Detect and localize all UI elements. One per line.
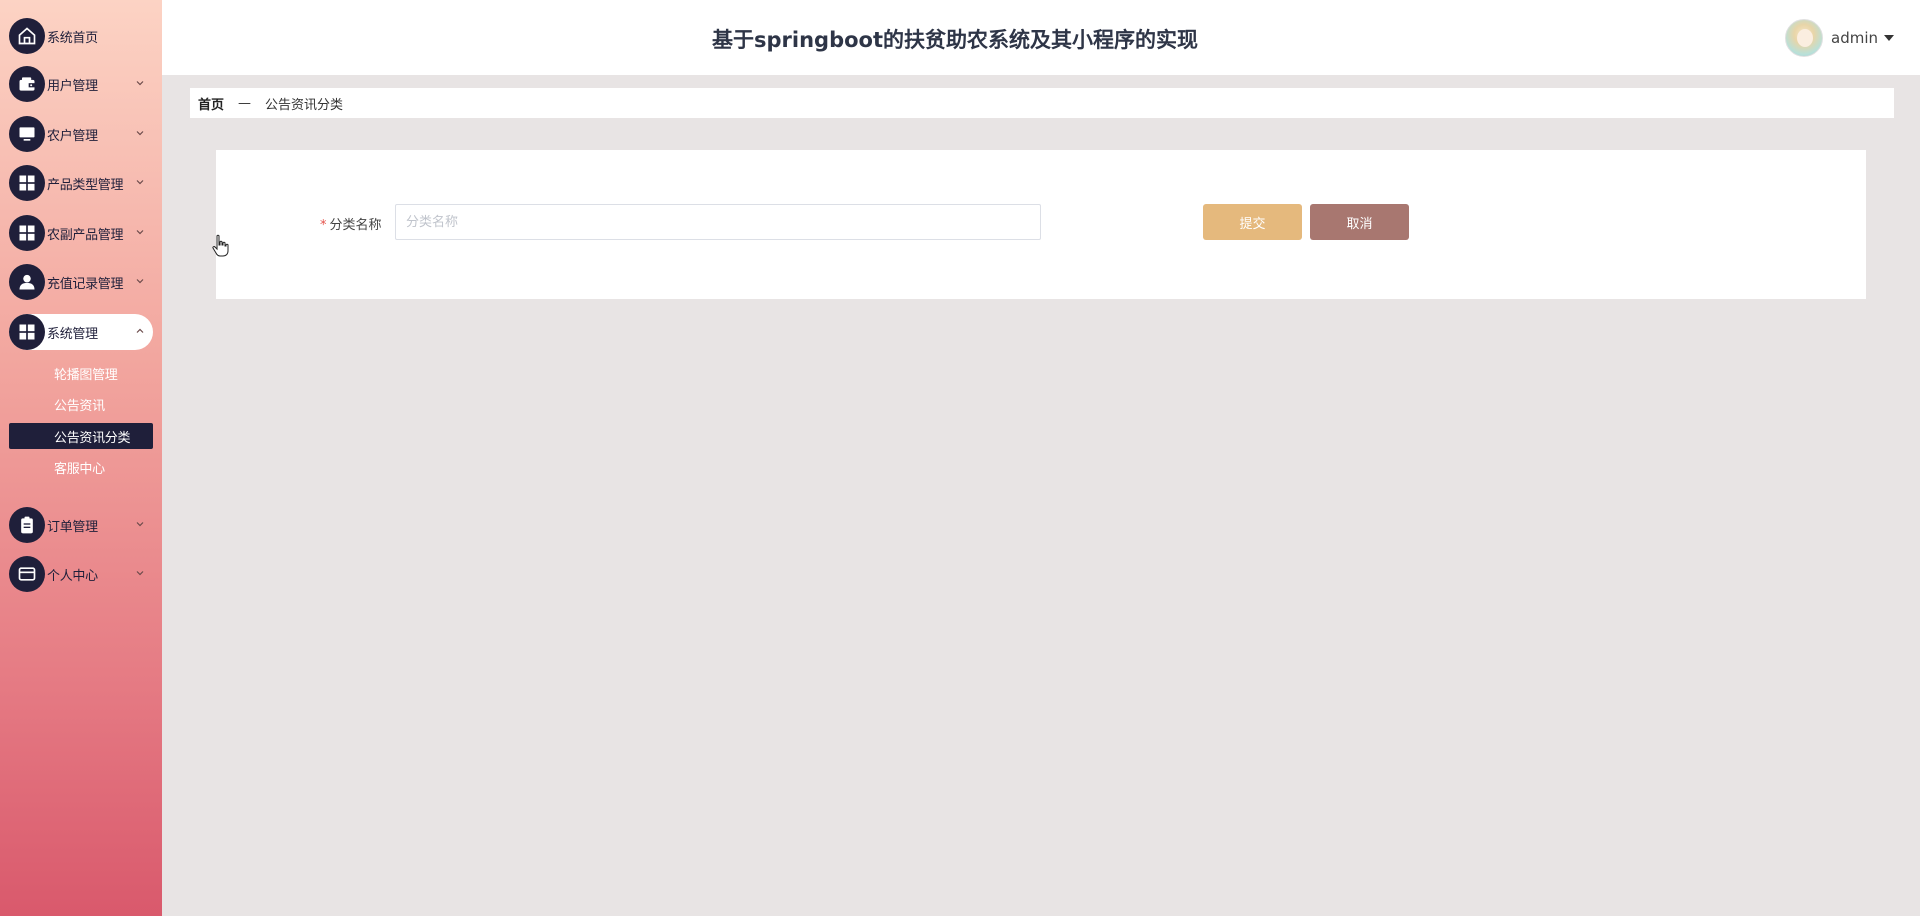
breadcrumb-current: 公告资讯分类 (265, 97, 344, 113)
sidebar-subitem-carousel[interactable]: 轮播图管理 (9, 360, 153, 386)
sidebar-item-label: 产品类型管理 (47, 177, 124, 193)
home-icon (9, 18, 45, 54)
chevron-down-icon (135, 568, 145, 581)
category-name-input[interactable] (395, 204, 1041, 240)
form-card: *分类名称 提交 取消 (216, 150, 1866, 299)
sidebar-item-recharge-records[interactable]: 充值记录管理 (9, 264, 153, 300)
chevron-down-icon (135, 276, 145, 289)
sidebar-item-label: 个人中心 (47, 568, 98, 584)
sidebar-subitem-label: 轮播图管理 (54, 367, 118, 383)
sidebar-subitem-customer-service[interactable]: 客服中心 (9, 454, 153, 480)
sidebar-item-label: 农副产品管理 (47, 227, 124, 243)
grid-icon (9, 314, 45, 350)
sidebar-subitem-label: 公告资讯 (54, 398, 105, 414)
user-icon (9, 264, 45, 300)
breadcrumb-home[interactable]: 首页 (198, 94, 224, 113)
category-name-label: * 分类名称 (320, 214, 382, 233)
top-header: 基于springboot的扶贫助农系统及其小程序的实现 admin (162, 0, 1920, 75)
hand-cursor-icon (212, 234, 229, 257)
sidebar-item-home[interactable]: 系统首页 (9, 18, 153, 54)
grid-icon (9, 165, 45, 201)
caret-down-icon[interactable] (1884, 35, 1894, 41)
sidebar-item-system[interactable]: 系统管理 (9, 314, 153, 350)
chevron-up-icon (135, 326, 145, 339)
avatar[interactable] (1785, 19, 1823, 57)
cancel-button[interactable]: 取消 (1310, 204, 1409, 240)
sidebar-subitem-label: 公告资讯分类 (54, 430, 131, 446)
breadcrumb: 首页 — 公告资讯分类 (190, 88, 1894, 118)
sidebar-item-label: 订单管理 (47, 519, 98, 535)
chevron-down-icon (135, 227, 145, 240)
category-name-label-text: 分类名称 (329, 218, 382, 233)
sidebar: 系统首页 用户管理 农户管理 产品类型管理 农副产品管理 充值记录管理 系统管理… (0, 0, 162, 916)
sidebar-item-farm-products[interactable]: 农副产品管理 (9, 215, 153, 251)
sidebar-item-label: 用户管理 (47, 78, 98, 94)
chevron-down-icon (135, 78, 145, 91)
clipboard-icon (9, 507, 45, 543)
sidebar-item-label: 系统管理 (47, 326, 98, 342)
sidebar-item-product-types[interactable]: 产品类型管理 (9, 165, 153, 201)
sidebar-subitem-label: 客服中心 (54, 461, 105, 477)
user-menu[interactable]: admin (1785, 19, 1894, 57)
breadcrumb-separator: — (238, 95, 252, 111)
monitor-icon (9, 116, 45, 152)
sidebar-item-orders[interactable]: 订单管理 (9, 507, 153, 543)
chevron-down-icon (135, 177, 145, 190)
chevron-down-icon (135, 519, 145, 532)
grid-icon (9, 215, 45, 251)
card-icon (9, 556, 45, 592)
submit-button[interactable]: 提交 (1203, 204, 1302, 240)
sidebar-item-label: 系统首页 (47, 30, 98, 46)
sidebar-item-farmers[interactable]: 农户管理 (9, 116, 153, 152)
wallet-icon (9, 66, 45, 102)
username[interactable]: admin (1831, 29, 1878, 47)
sidebar-item-label: 农户管理 (47, 128, 98, 144)
chevron-down-icon (135, 128, 145, 141)
sidebar-item-users[interactable]: 用户管理 (9, 66, 153, 102)
sidebar-subitem-announcements[interactable]: 公告资讯 (9, 391, 153, 417)
required-mark: * (320, 218, 327, 233)
app-title: 基于springboot的扶贫助农系统及其小程序的实现 (712, 28, 1198, 52)
sidebar-subitem-announcement-categories[interactable]: 公告资讯分类 (9, 423, 153, 449)
sidebar-item-label: 充值记录管理 (47, 276, 124, 292)
sidebar-item-profile[interactable]: 个人中心 (9, 556, 153, 592)
